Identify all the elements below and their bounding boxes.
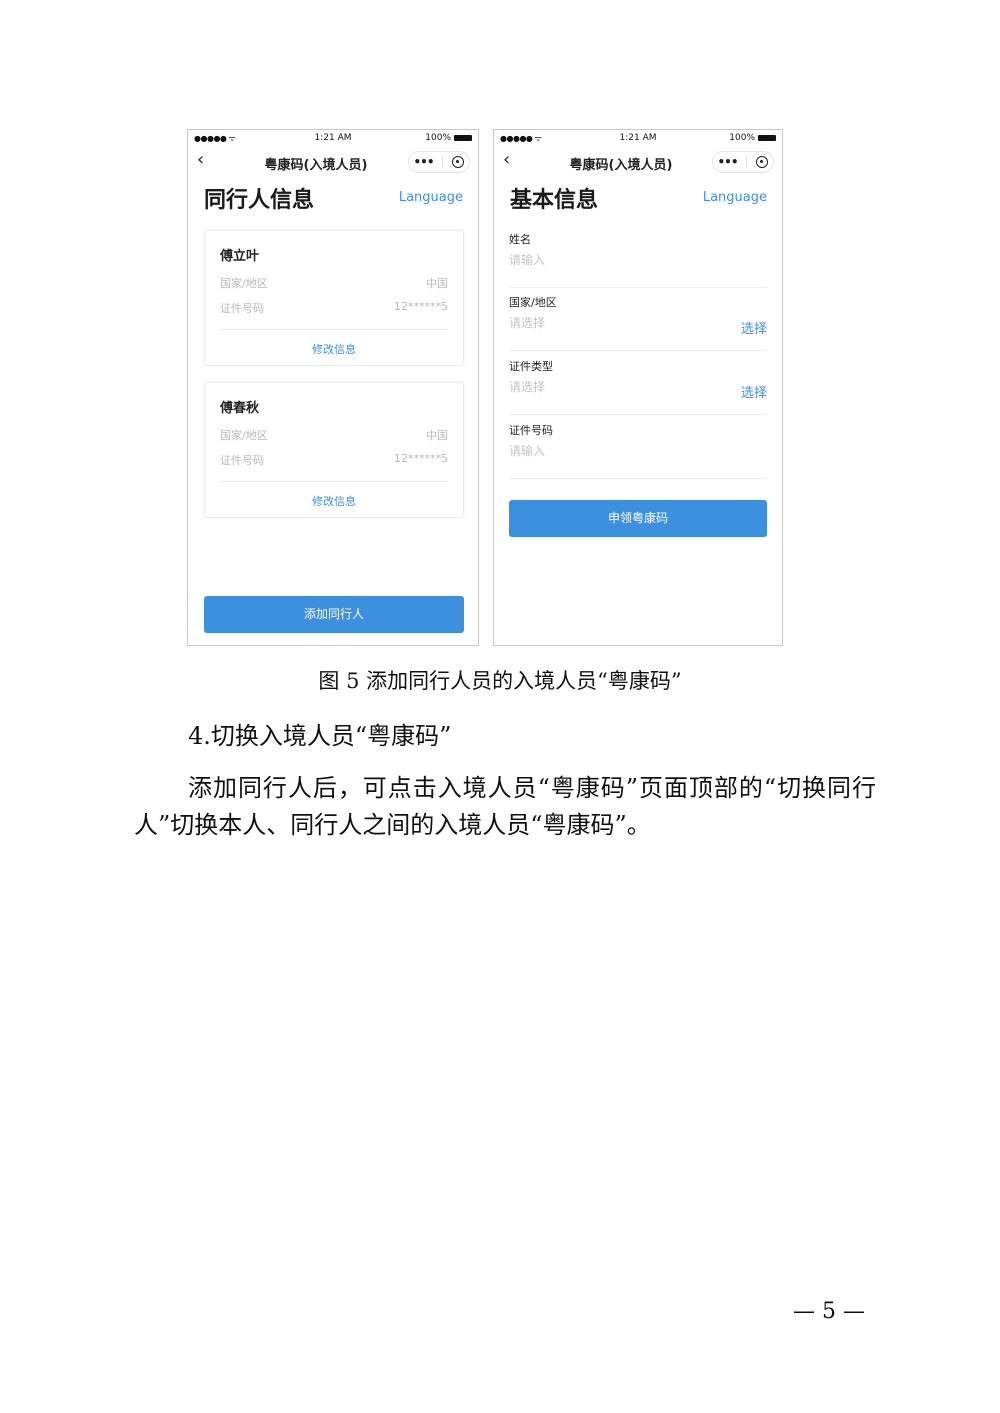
companion-name: 傅春秋 [220,401,260,416]
field-placeholder: 请输入 [509,444,546,458]
apply-code-button[interactable]: 申领粤康码 [509,500,767,537]
field-label: 国家/地区 [509,296,557,309]
id-type-field[interactable]: 证件类型 请选择 选择 [509,352,767,415]
field-placeholder: 请输入 [509,253,546,267]
field-placeholder: 请选择 [509,380,546,394]
select-link[interactable]: 选择 [741,318,767,337]
nav-bar: ‹ 粤康码(入境人员) ••• [494,146,782,176]
country-label: 国家/地区 [220,277,268,290]
companion-card: 傅春秋 国家/地区 中国 证件号码 12******5 修改信息 [204,382,464,518]
mini-program-capsule: ••• [712,151,774,173]
field-label: 证件号码 [509,424,553,437]
language-link[interactable]: Language [703,190,767,205]
page-header: 同行人信息 Language [188,176,478,220]
battery-status: 100% [425,133,472,143]
page-header: 基本信息 Language [494,176,782,220]
country-value: 中国 [426,277,448,290]
nav-bar: ‹ 粤康码(入境人员) ••• [188,146,478,176]
close-target-icon[interactable] [452,156,465,168]
id-number-value: 12******5 [394,452,448,465]
edit-info-link[interactable]: 修改信息 [205,493,463,509]
status-bar: ●●●●● ᯤ 1:21 AM 100% [494,130,782,146]
basic-info-screenshot: ●●●●● ᯤ 1:21 AM 100% ‹ 粤康码(入境人员) ••• 基本信… [493,129,783,646]
add-companion-button[interactable]: 添加同行人 [204,596,464,633]
battery-percent: 100% [425,133,451,143]
body-paragraph: 添加同行人后，可点击入境人员“粤康码”页面顶部的“切换同行人”切换本人、同行人之… [134,774,876,839]
field-placeholder: 请选择 [509,316,546,330]
card-divider [220,481,448,482]
status-bar: ●●●●● ᯤ 1:21 AM 100% [188,130,478,146]
capsule-divider [746,156,748,168]
close-target-icon[interactable] [756,156,769,168]
companion-name: 傅立叶 [220,249,260,264]
field-label: 证件类型 [509,360,553,373]
nav-title: 粤康码(入境人员) [264,158,368,173]
page-title: 基本信息 [510,188,599,213]
section-heading: 4.切换入境人员“粤康码” [188,722,452,750]
figure-caption: 图 5 添加同行人员的入境人员“粤康码” [318,669,682,693]
id-number-row: 证件号码 12******5 [220,300,448,316]
page-number: — 5 — [793,1299,865,1324]
more-icon[interactable]: ••• [413,156,434,168]
country-row: 国家/地区 中国 [220,275,448,291]
card-divider [220,329,448,330]
battery-percent: 100% [729,133,755,143]
country-value: 中国 [426,429,448,442]
field-label: 姓名 [509,233,531,246]
nav-title: 粤康码(入境人员) [569,158,673,173]
id-number-row: 证件号码 12******5 [220,452,448,468]
country-row: 国家/地区 中国 [220,427,448,443]
capsule-divider [442,156,444,168]
battery-icon [454,135,472,141]
select-link[interactable]: 选择 [741,382,767,401]
page-title: 同行人信息 [204,188,315,213]
mini-program-capsule: ••• [408,151,470,173]
name-field[interactable]: 姓名 请输入 [509,225,767,288]
edit-info-link[interactable]: 修改信息 [205,341,463,357]
id-number-label: 证件号码 [220,302,264,315]
id-number-label: 证件号码 [220,454,264,467]
battery-status: 100% [729,133,776,143]
more-icon[interactable]: ••• [717,156,738,168]
country-field[interactable]: 国家/地区 请选择 选择 [509,288,767,351]
id-number-value: 12******5 [394,300,448,313]
companion-info-screenshot: ●●●●● ᯤ 1:21 AM 100% ‹ 粤康码(入境人员) ••• 同行人… [187,129,479,646]
language-link[interactable]: Language [399,190,463,205]
companion-card: 傅立叶 国家/地区 中国 证件号码 12******5 修改信息 [204,230,464,366]
country-label: 国家/地区 [220,429,268,442]
id-number-field[interactable]: 证件号码 请输入 [509,416,767,479]
battery-icon [758,135,776,141]
